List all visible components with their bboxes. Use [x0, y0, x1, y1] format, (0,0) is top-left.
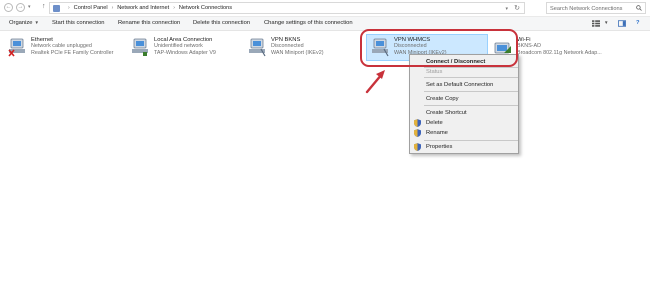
uac-shield-icon: [414, 119, 421, 127]
search-box[interactable]: [546, 2, 646, 14]
menu-item-create-shortcut[interactable]: Create Shortcut: [426, 109, 467, 117]
address-history-chevron-icon[interactable]: ▾: [505, 6, 508, 12]
address-bar-row: ← → ▾ ↑ › Control Panel › Network and In…: [0, 0, 650, 17]
context-menu: Connect / Disconnect Status Set as Defau…: [409, 54, 519, 154]
control-panel-icon: [53, 5, 60, 12]
recent-locations-chevron-icon[interactable]: ▾: [28, 4, 31, 10]
organize-label: Organize: [9, 20, 33, 26]
organize-button[interactable]: Organize ▼: [9, 20, 39, 26]
start-connection-button[interactable]: Start this connection: [52, 20, 105, 26]
connection-device: TAP-Windows Adapter V9: [154, 49, 216, 56]
delete-connection-button[interactable]: Delete this connection: [193, 20, 250, 26]
connection-device: WAN Miniport (IKEv2): [271, 49, 324, 56]
menu-item-properties[interactable]: Properties: [426, 143, 452, 151]
help-icon[interactable]: ?: [636, 20, 640, 26]
menu-item-delete[interactable]: Delete: [426, 119, 443, 127]
menu-item-rename[interactable]: Rename: [426, 129, 448, 137]
breadcrumb-control-panel[interactable]: Control Panel: [74, 5, 108, 11]
up-arrow-icon[interactable]: ↑: [42, 3, 46, 10]
menu-separator: [424, 91, 518, 92]
ethernet-adapter-icon: [8, 38, 25, 57]
connection-device: Realtek PCIe FE Family Controller: [31, 49, 114, 56]
chevron-down-icon: ▼: [34, 20, 39, 25]
menu-item-set-default[interactable]: Set as Default Connection: [426, 81, 493, 89]
rename-connection-button[interactable]: Rename this connection: [118, 20, 180, 26]
command-bar: Organize ▼ Start this connection Rename t…: [0, 17, 650, 31]
menu-separator: [424, 140, 518, 141]
breadcrumb-separator-icon[interactable]: ›: [68, 5, 70, 11]
menu-separator: [424, 77, 518, 78]
breadcrumb-separator-icon[interactable]: ›: [112, 5, 114, 11]
vpn-connection-icon: [249, 38, 266, 57]
connection-device: Broadcom 802.11g Network Adap...: [517, 49, 602, 56]
menu-separator: [424, 105, 518, 106]
change-view-icon[interactable]: [592, 20, 600, 27]
menu-item-status[interactable]: Status: [426, 68, 442, 76]
uac-shield-icon: [414, 143, 421, 151]
breadcrumb-separator-icon[interactable]: ›: [173, 5, 175, 11]
view-options-chevron-icon[interactable]: ▼: [602, 20, 608, 26]
breadcrumb-network-and-internet[interactable]: Network and Internet: [117, 5, 169, 11]
preview-pane-icon[interactable]: [618, 20, 626, 27]
menu-item-create-copy[interactable]: Create Copy: [426, 95, 459, 103]
connection-item-ethernet[interactable]: Ethernet Network cable unplugged Realtek…: [7, 35, 125, 63]
annotation-highlight-outline: [360, 29, 518, 67]
breadcrumb-network-connections[interactable]: Network Connections: [179, 5, 232, 11]
address-box[interactable]: › Control Panel › Network and Internet ›…: [49, 2, 525, 14]
back-button[interactable]: ←: [4, 3, 13, 12]
connection-item-local-area-connection[interactable]: Local Area Connection Unidentified netwo…: [130, 35, 240, 63]
refresh-icon[interactable]: ↻: [514, 4, 520, 12]
search-input[interactable]: [550, 4, 634, 13]
uac-shield-icon: [414, 129, 421, 137]
search-icon[interactable]: [636, 5, 642, 11]
annotation-arrow-icon: [365, 70, 385, 94]
network-adapter-icon: [132, 38, 148, 56]
connection-item-vpn-bkns[interactable]: VPN BKNS Disconnected WAN Miniport (IKEv…: [247, 35, 347, 63]
breadcrumb: › Control Panel › Network and Internet ›…: [64, 5, 232, 11]
change-settings-button[interactable]: Change settings of this connection: [264, 20, 353, 26]
forward-button[interactable]: →: [16, 3, 25, 12]
